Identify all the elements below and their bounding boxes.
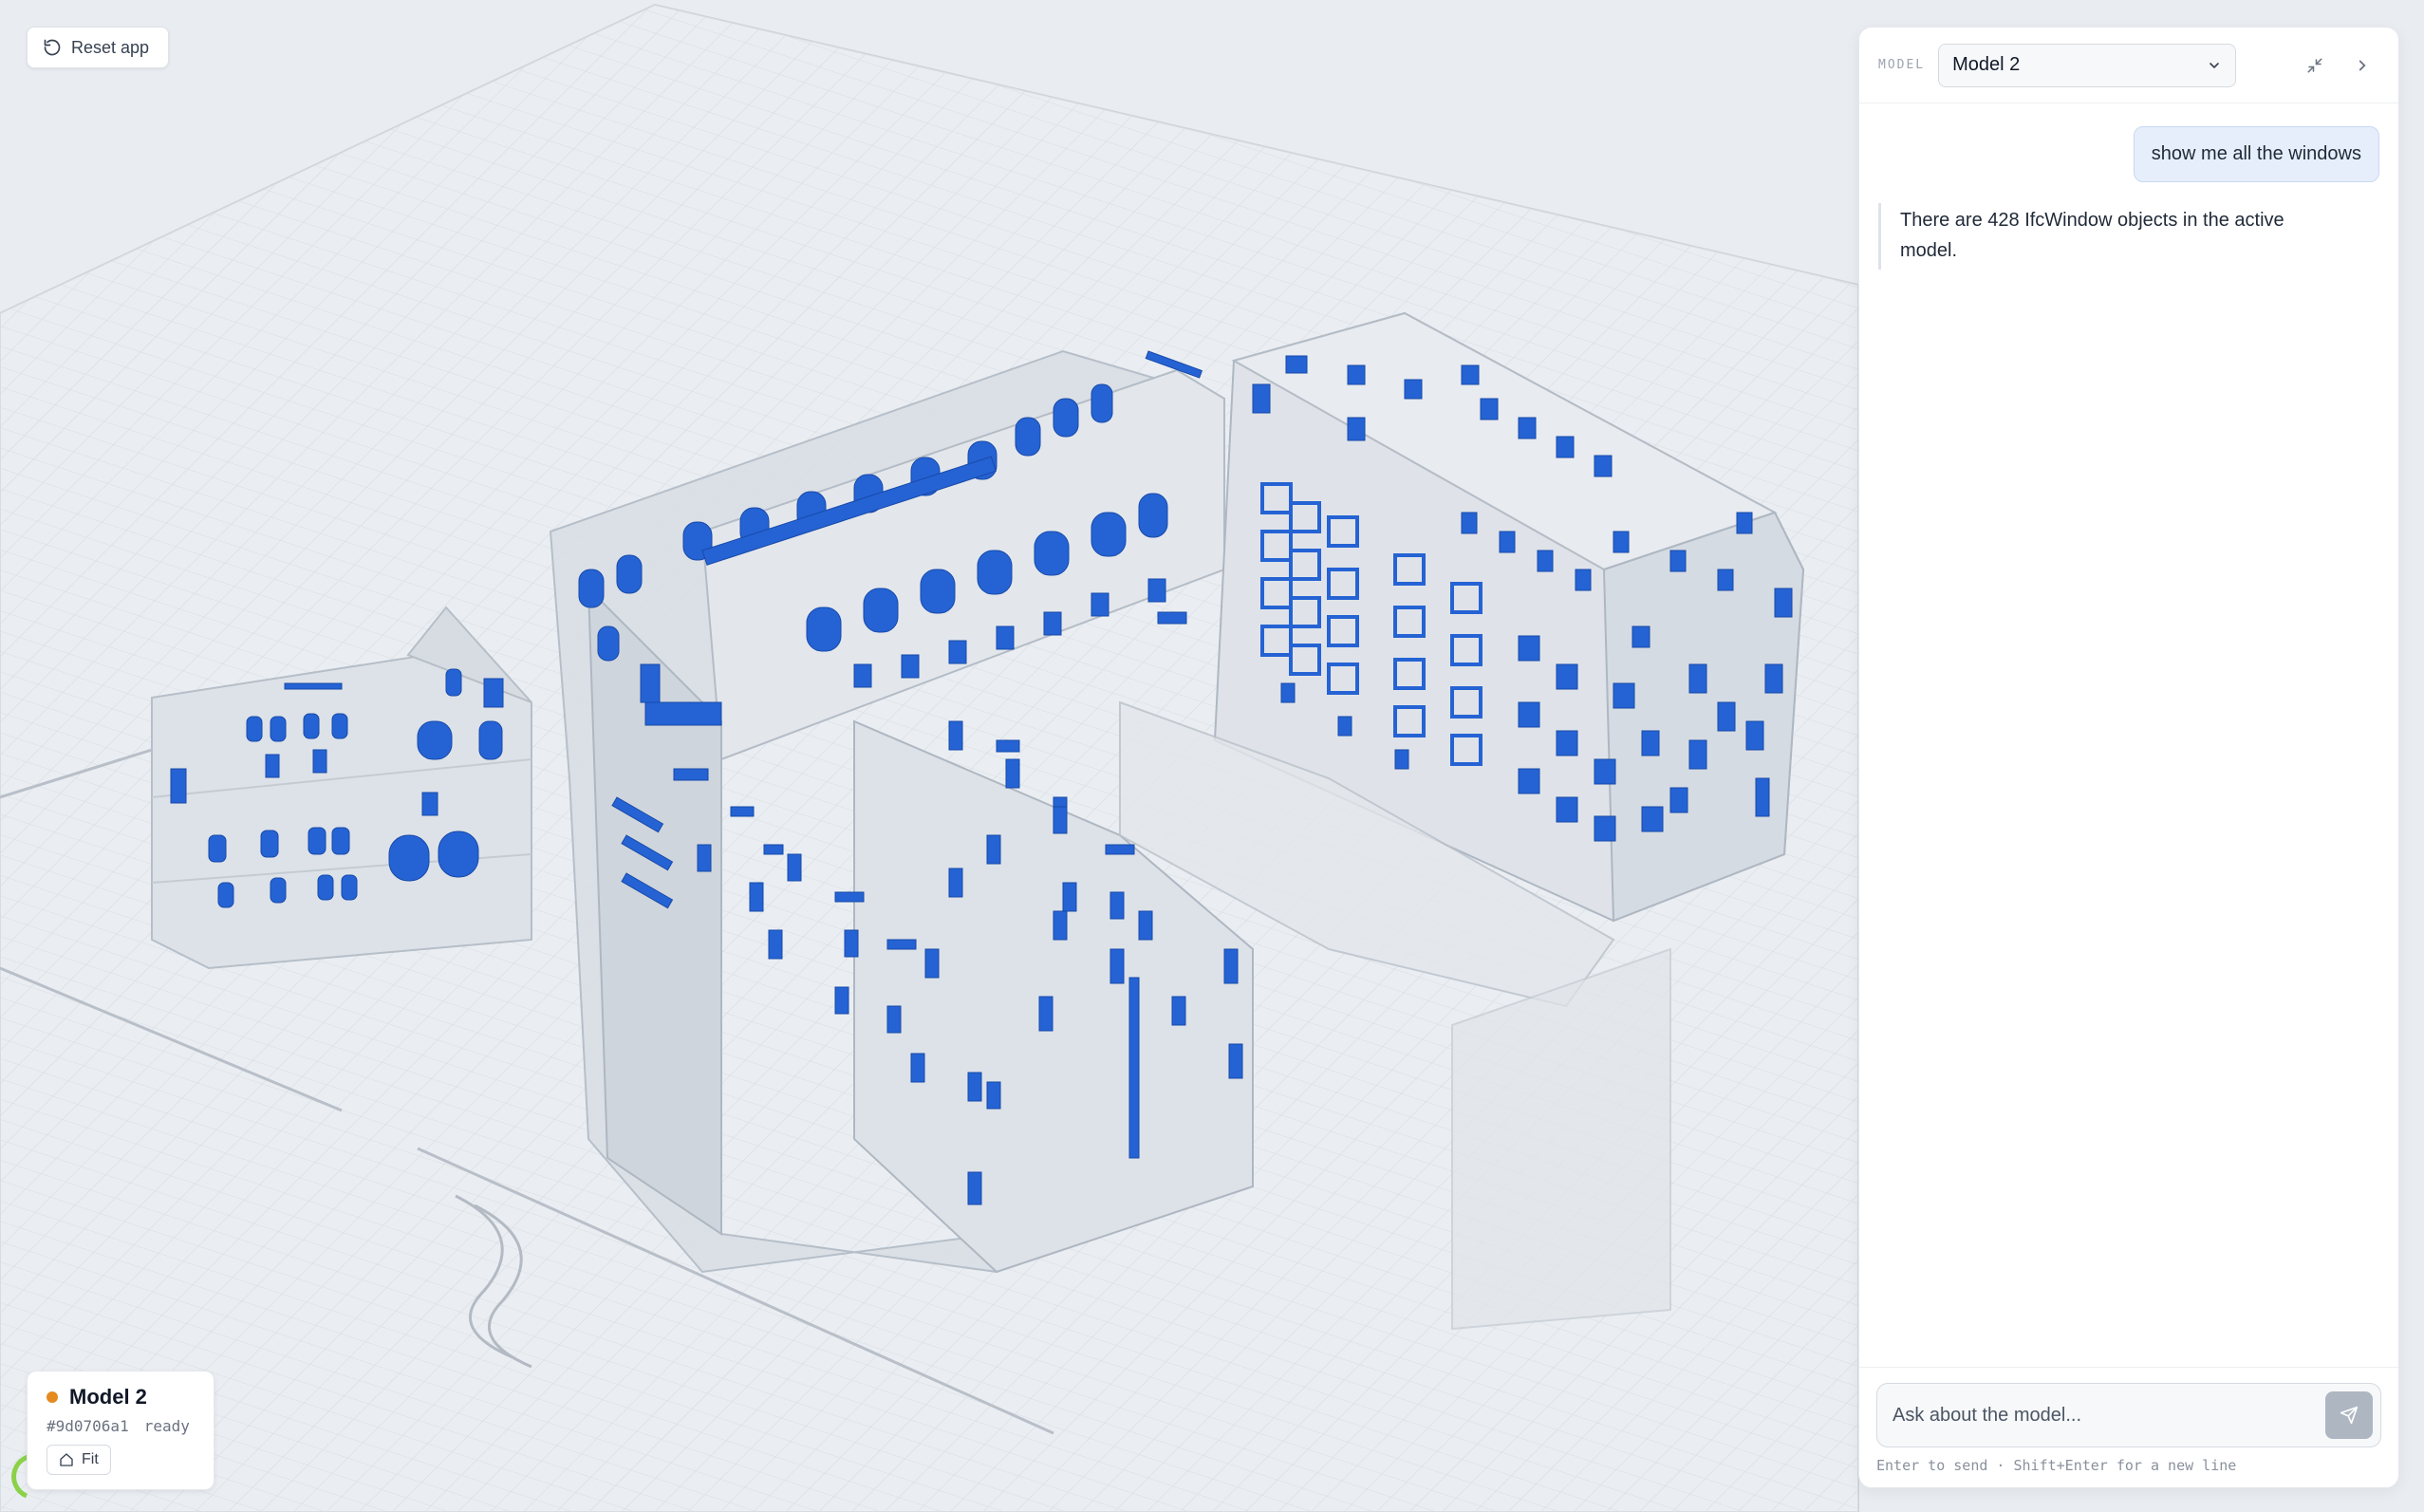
chat-input-box <box>1876 1383 2381 1447</box>
reset-app-button[interactable]: Reset app <box>27 27 170 68</box>
fit-label: Fit <box>82 1451 99 1467</box>
close-panel-button[interactable] <box>2345 48 2379 83</box>
chat-input[interactable] <box>1893 1404 2325 1427</box>
user-message: show me all the windows <box>2133 126 2379 182</box>
reset-app-label: Reset app <box>71 37 150 57</box>
chevron-down-icon <box>2210 62 2219 68</box>
rotate-ccw-icon <box>44 39 61 56</box>
model-name: Model 2 <box>69 1385 147 1409</box>
model-status: ready <box>143 1417 190 1435</box>
model-select[interactable]: Model 2 <box>1938 43 2237 87</box>
collapse-button[interactable] <box>2298 48 2332 83</box>
collapse-icon <box>2307 58 2322 72</box>
home-icon <box>60 1453 73 1466</box>
chat-header: MODEL Model 2 <box>1859 28 2398 103</box>
send-button[interactable] <box>2325 1391 2373 1439</box>
status-dot <box>47 1391 58 1403</box>
chat-panel: MODEL Model 2 show me all the windows Th… <box>1858 27 2399 1488</box>
composer-hint: Enter to send · Shift+Enter for a new li… <box>1876 1457 2237 1474</box>
model-status-card: Model 2 #9d0706a1 ready Fit <box>27 1371 214 1490</box>
chevron-right-icon <box>2359 60 2366 70</box>
selected-model: Model 2 <box>1952 54 2021 75</box>
fit-button[interactable]: Fit <box>47 1445 111 1475</box>
model-label: MODEL <box>1878 58 1926 72</box>
message-list: show me all the windows There are 428 If… <box>1859 103 2398 1367</box>
send-icon <box>2340 1406 2359 1425</box>
model-hash: #9d0706a1 <box>47 1417 129 1435</box>
composer: Enter to send · Shift+Enter for a new li… <box>1859 1367 2398 1487</box>
assistant-message: There are 428 IfcWindow objects in the a… <box>1878 203 2353 270</box>
